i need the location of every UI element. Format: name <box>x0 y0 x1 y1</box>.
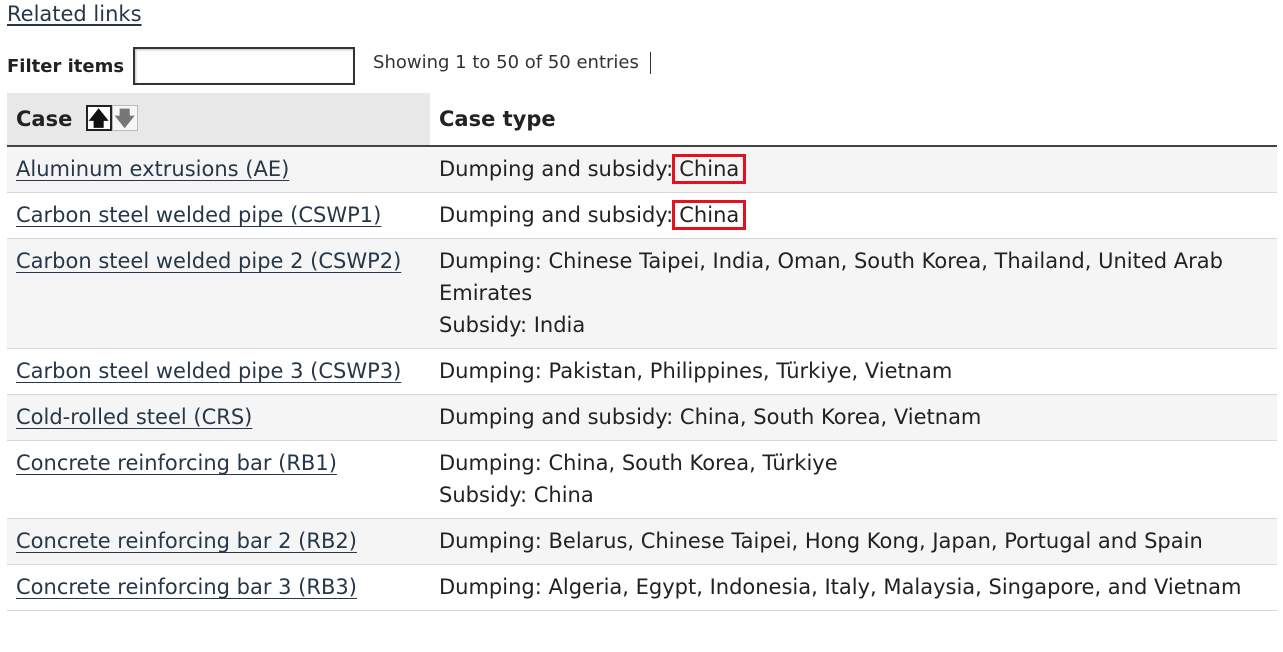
arrow-down-icon[interactable]: 🡇 <box>111 105 138 131</box>
case-type-line: Dumping: Chinese Taipei, India, Oman, So… <box>439 249 1223 305</box>
case-type-line: Subsidy: India <box>439 313 586 337</box>
case-cell: Aluminum extrusions (AE) <box>7 146 430 193</box>
header-case-label: Case <box>16 107 73 131</box>
case-link[interactable]: Aluminum extrusions (AE) <box>16 157 289 181</box>
case-type-cell: Dumping: Chinese Taipei, India, Oman, So… <box>430 238 1277 349</box>
case-type-cell: Dumping: Pakistan, Philippines, Türkiye,… <box>430 348 1277 395</box>
highlighted-country: China <box>672 154 747 184</box>
case-type-line: Dumping and subsidy: China <box>439 199 1268 231</box>
table-row: Carbon steel welded pipe (CSWP1) Dumping … <box>7 192 1277 239</box>
header-case[interactable]: Case 🡅 🡇 <box>7 93 430 147</box>
case-type-line: Dumping: China, South Korea, Türkiye <box>439 451 838 475</box>
case-cell: Concrete reinforcing bar 3 (RB3) <box>7 564 430 611</box>
table-body: Aluminum extrusions (AE) Dumping and subs… <box>7 146 1277 611</box>
case-type-cell: Dumping and subsidy: China <box>430 192 1277 239</box>
case-type-line: Dumping and subsidy: China <box>439 153 1268 185</box>
table-row: Carbon steel welded pipe 3 (CSWP3) Dumpin… <box>7 348 1277 395</box>
sort-controls: 🡅 🡇 <box>85 105 138 131</box>
related-links-link[interactable]: Related links <box>7 0 142 28</box>
case-type-line: Subsidy: China <box>439 483 594 507</box>
case-type-line: Dumping: Algeria, Egypt, Indonesia, Ital… <box>439 575 1242 599</box>
case-link[interactable]: Carbon steel welded pipe 2 (CSWP2) <box>16 249 401 273</box>
filter-label: Filter items <box>7 56 125 77</box>
case-type-cell: Dumping: Belarus, Chinese Taipei, Hong K… <box>430 518 1277 565</box>
case-type-line: Dumping and subsidy: China, South Korea,… <box>439 405 982 429</box>
case-link[interactable]: Concrete reinforcing bar 2 (RB2) <box>16 529 357 553</box>
case-cell: Concrete reinforcing bar 2 (RB2) <box>7 518 430 565</box>
table-row: Concrete reinforcing bar 2 (RB2) Dumping:… <box>7 518 1277 565</box>
case-type-cell: Dumping: China, South Korea, Türkiye Subs… <box>430 440 1277 519</box>
case-link[interactable]: Carbon steel welded pipe (CSWP1) <box>16 203 381 227</box>
highlighted-country: China <box>672 200 747 230</box>
arrow-up-icon[interactable]: 🡅 <box>85 105 112 131</box>
case-link[interactable]: Carbon steel welded pipe 3 (CSWP3) <box>16 359 401 383</box>
entries-info: Showing 1 to 50 of 50 entries <box>373 52 639 73</box>
header-case-type[interactable]: Case type <box>430 93 1277 147</box>
case-cell: Carbon steel welded pipe 2 (CSWP2) <box>7 238 430 349</box>
table-header-row: Case 🡅 🡇 Case type <box>7 93 1277 147</box>
text-cursor <box>649 51 651 74</box>
case-link[interactable]: Concrete reinforcing bar 3 (RB3) <box>16 575 357 599</box>
table-row: Carbon steel welded pipe 2 (CSWP2) Dumpin… <box>7 238 1277 349</box>
case-cell: Carbon steel welded pipe (CSWP1) <box>7 192 430 239</box>
case-link[interactable]: Concrete reinforcing bar (RB1) <box>16 451 337 475</box>
header-case-type-label: Case type <box>439 107 556 131</box>
case-cell: Carbon steel welded pipe 3 (CSWP3) <box>7 348 430 395</box>
cases-table: Case 🡅 🡇 Case type Aluminum extrusions (… <box>7 93 1277 611</box>
case-type-cell: Dumping and subsidy: China <box>430 146 1277 193</box>
case-type-prefix: Dumping and subsidy: <box>439 157 674 181</box>
table-row: Concrete reinforcing bar 3 (RB3) Dumping:… <box>7 564 1277 611</box>
case-cell: Cold-rolled steel (CRS) <box>7 394 430 441</box>
case-type-cell: Dumping: Algeria, Egypt, Indonesia, Ital… <box>430 564 1277 611</box>
table-row: Aluminum extrusions (AE) Dumping and subs… <box>7 146 1277 193</box>
filter-bar: Filter items Showing 1 to 50 of 50 entri… <box>7 44 651 87</box>
case-type-prefix: Dumping and subsidy: <box>439 203 674 227</box>
case-type-line: Dumping: Pakistan, Philippines, Türkiye,… <box>439 359 953 383</box>
case-cell: Concrete reinforcing bar (RB1) <box>7 440 430 519</box>
table-row: Cold-rolled steel (CRS) Dumping and subsi… <box>7 394 1277 441</box>
case-link[interactable]: Cold-rolled steel (CRS) <box>16 405 252 429</box>
filter-input[interactable] <box>133 46 356 85</box>
case-type-cell: Dumping and subsidy: China, South Korea,… <box>430 394 1277 441</box>
table-row: Concrete reinforcing bar (RB1) Dumping: C… <box>7 440 1277 519</box>
case-type-line: Dumping: Belarus, Chinese Taipei, Hong K… <box>439 529 1203 553</box>
